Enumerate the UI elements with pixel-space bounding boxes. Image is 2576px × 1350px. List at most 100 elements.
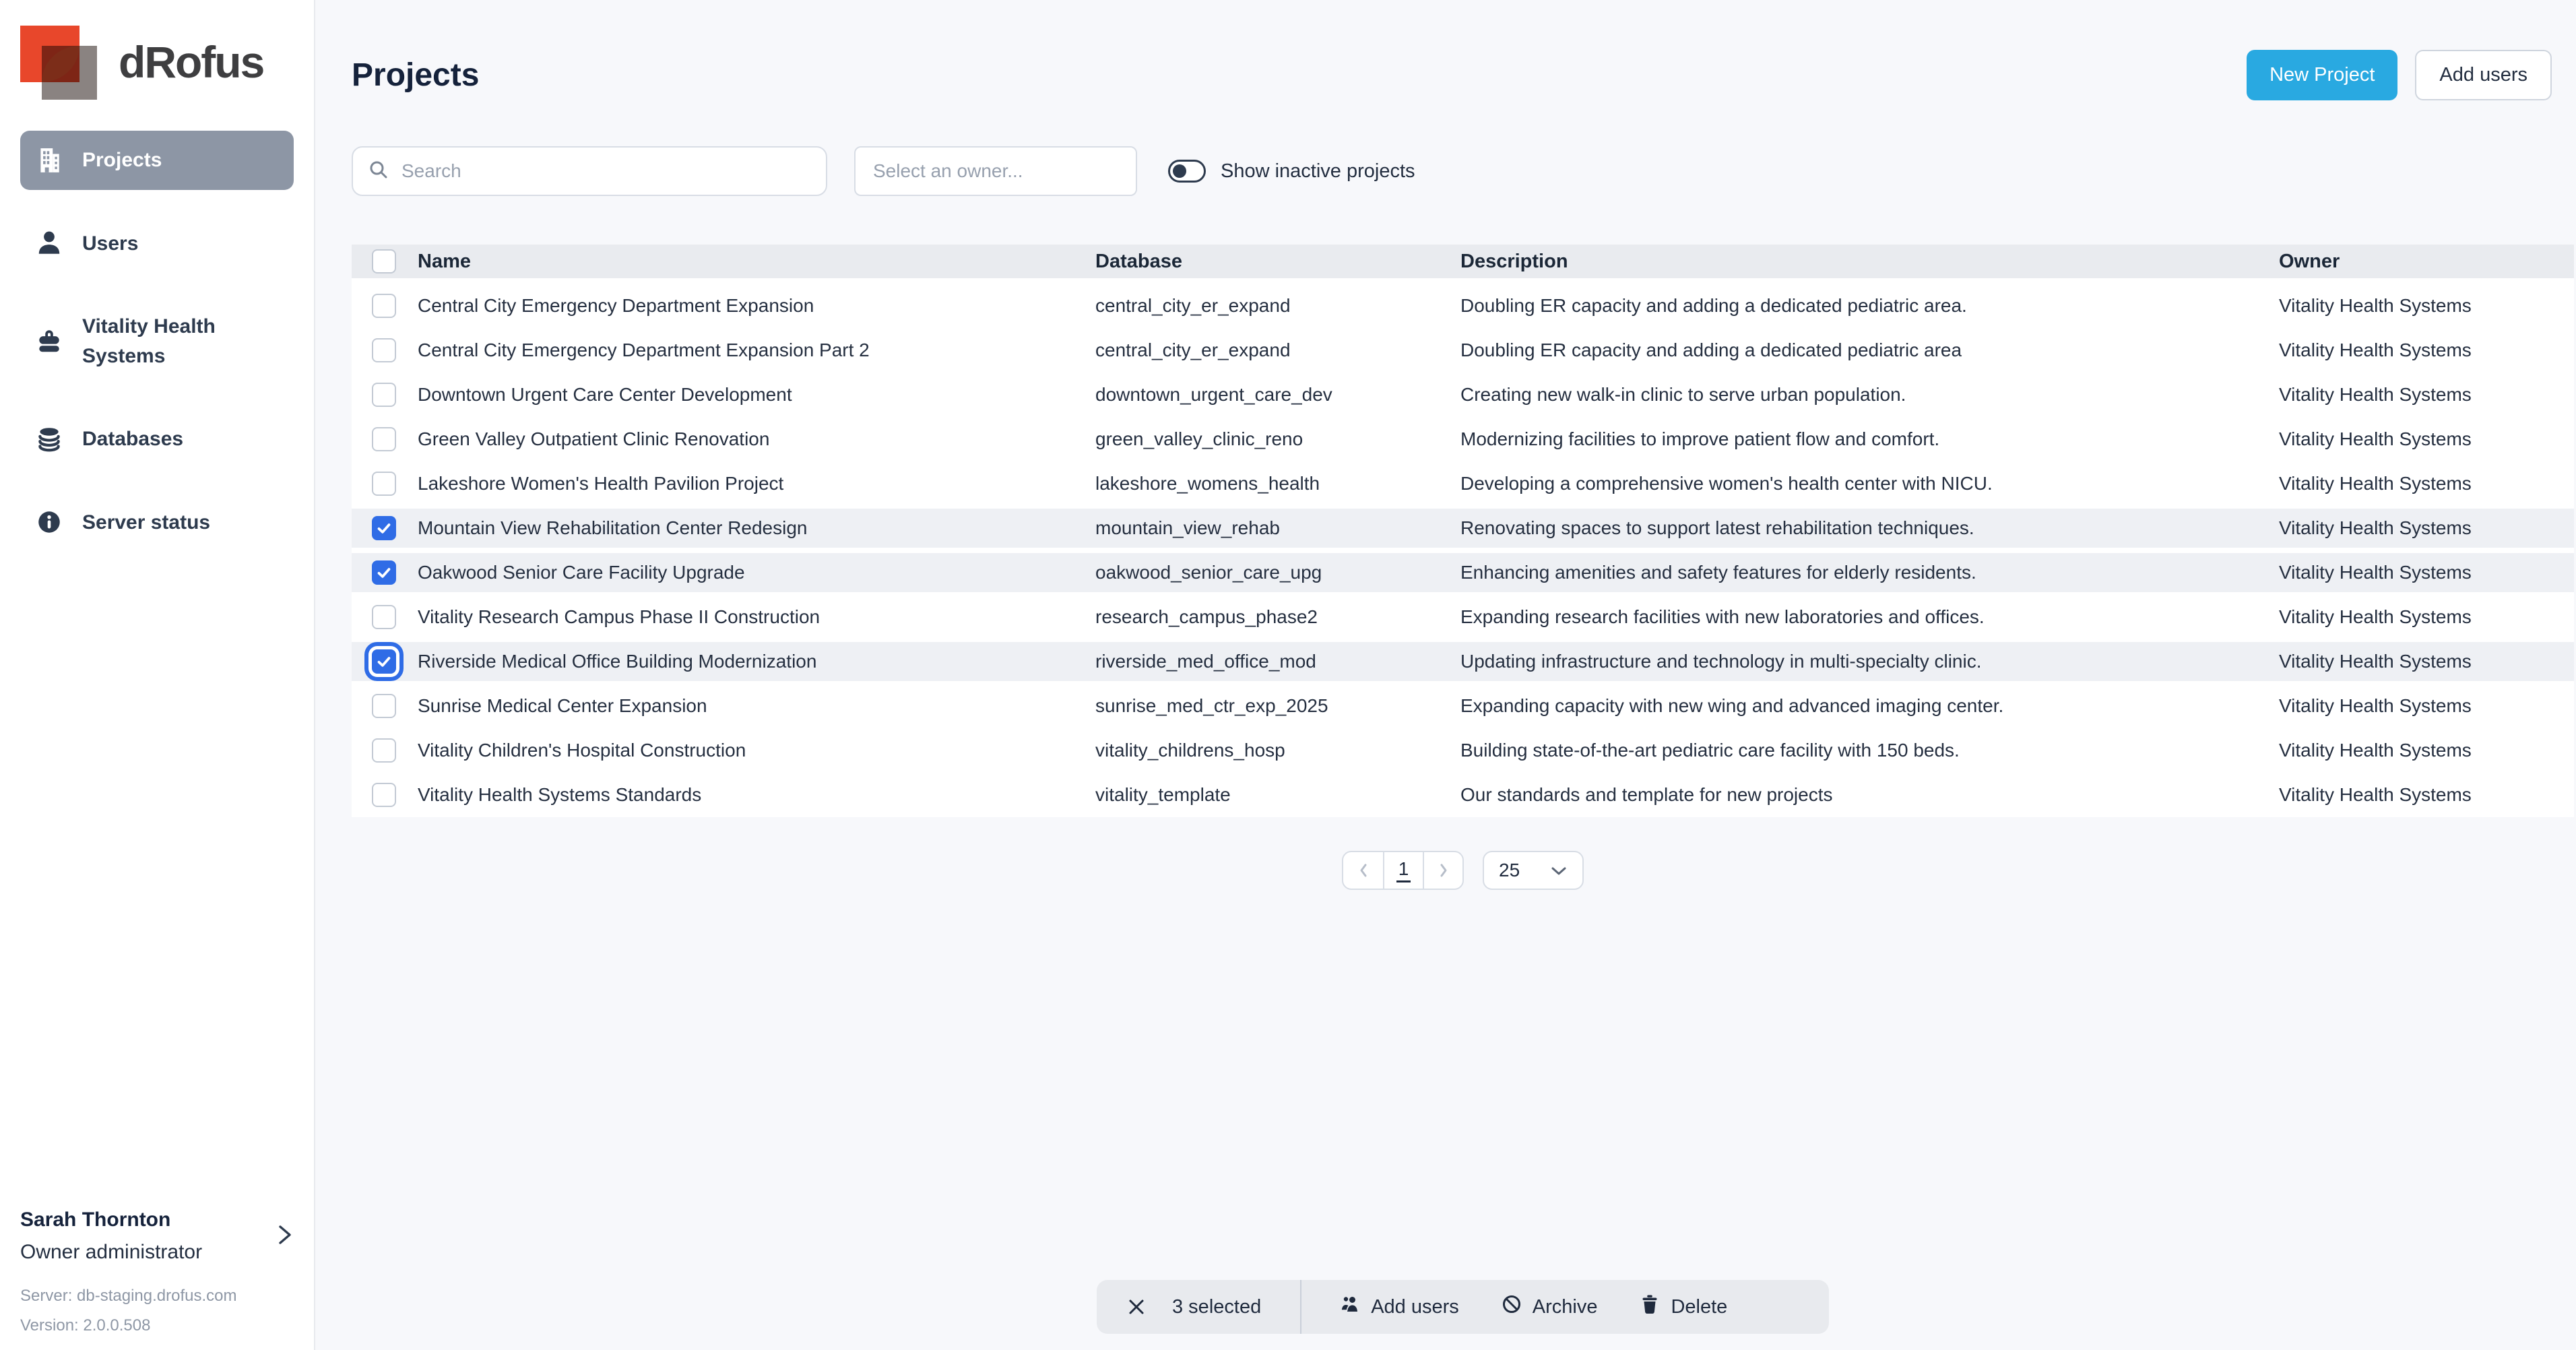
chevron-down-icon bbox=[1550, 860, 1568, 881]
show-inactive-toggle-group[interactable]: Show inactive projects bbox=[1168, 160, 1415, 183]
sidebar-item-users[interactable]: Users bbox=[20, 214, 294, 274]
main-content: Projects New Project Add users Show inac… bbox=[315, 0, 2576, 1350]
table-row[interactable]: Central City Emergency Department Expans… bbox=[352, 328, 2574, 373]
table-row[interactable]: Downtown Urgent Care Center Development … bbox=[352, 373, 2574, 417]
row-checkbox[interactable] bbox=[372, 294, 396, 318]
project-name: Vitality Children's Hospital Constructio… bbox=[418, 740, 1095, 761]
row-checkbox[interactable] bbox=[372, 738, 396, 763]
project-owner: Vitality Health Systems bbox=[2279, 517, 2574, 539]
show-inactive-label: Show inactive projects bbox=[1221, 160, 1415, 183]
project-owner: Vitality Health Systems bbox=[2279, 473, 2574, 494]
project-database: oakwood_senior_care_upg bbox=[1095, 562, 1460, 583]
sidebar-item-label: Projects bbox=[82, 146, 162, 175]
table-row[interactable]: Central City Emergency Department Expans… bbox=[352, 284, 2574, 328]
project-name: Sunrise Medical Center Expansion bbox=[418, 695, 1095, 717]
user-menu[interactable]: Sarah Thornton Owner administrator bbox=[20, 1209, 294, 1264]
project-description: Expanding capacity with new wing and adv… bbox=[1460, 695, 2279, 717]
sidebar-item-databases[interactable]: Databases bbox=[20, 410, 294, 469]
table-row[interactable]: Lakeshore Women's Health Pavilion Projec… bbox=[352, 461, 2574, 506]
project-description: Expanding research facilities with new l… bbox=[1460, 606, 2279, 628]
current-page-button[interactable]: 1 bbox=[1383, 852, 1423, 889]
project-owner: Vitality Health Systems bbox=[2279, 740, 2574, 761]
table-row[interactable]: Sunrise Medical Center Expansion sunrise… bbox=[352, 684, 2574, 728]
row-checkbox[interactable] bbox=[372, 560, 396, 585]
project-database: research_campus_phase2 bbox=[1095, 606, 1460, 628]
column-header-database: Database bbox=[1095, 251, 1460, 273]
table-body: Central City Emergency Department Expans… bbox=[352, 284, 2574, 817]
row-checkbox[interactable] bbox=[372, 649, 396, 674]
project-database: central_city_er_expand bbox=[1095, 340, 1460, 361]
page-size-select[interactable]: 25 bbox=[1483, 851, 1584, 890]
search-box bbox=[352, 146, 827, 196]
project-owner: Vitality Health Systems bbox=[2279, 695, 2574, 717]
user-role: Owner administrator bbox=[20, 1241, 276, 1264]
drofus-logo: dRofus bbox=[20, 23, 294, 101]
column-header-owner: Owner bbox=[2279, 251, 2574, 273]
project-database: mountain_view_rehab bbox=[1095, 517, 1460, 539]
table-row[interactable]: Riverside Medical Office Building Modern… bbox=[352, 639, 2574, 684]
building-icon bbox=[35, 146, 63, 174]
table-row[interactable]: Vitality Health Systems Standards vitali… bbox=[352, 773, 2574, 817]
bulk-add-users-label: Add users bbox=[1371, 1296, 1459, 1318]
row-checkbox[interactable] bbox=[372, 383, 396, 407]
table-row[interactable]: Green Valley Outpatient Clinic Renovatio… bbox=[352, 417, 2574, 461]
delete-label: Delete bbox=[1671, 1296, 1727, 1318]
new-project-button[interactable]: New Project bbox=[2247, 50, 2397, 100]
select-all-checkbox[interactable] bbox=[372, 249, 396, 274]
archive-label: Archive bbox=[1533, 1296, 1598, 1318]
row-checkbox[interactable] bbox=[372, 472, 396, 496]
row-checkbox[interactable] bbox=[372, 694, 396, 718]
previous-page-button[interactable] bbox=[1343, 852, 1383, 889]
sidebar-item-projects[interactable]: Projects bbox=[20, 131, 294, 190]
selection-action-bar: 3 selected Add users Archive Delete bbox=[1097, 1280, 1829, 1334]
project-description: Developing a comprehensive women's healt… bbox=[1460, 473, 2279, 494]
table-row[interactable]: Vitality Children's Hospital Constructio… bbox=[352, 728, 2574, 773]
selected-count: 3 selected bbox=[1172, 1296, 1261, 1318]
sidebar-item-label: Databases bbox=[82, 424, 183, 454]
owner-select-input[interactable] bbox=[872, 160, 1120, 183]
bulk-add-users-button[interactable]: Add users bbox=[1339, 1293, 1459, 1320]
projects-table: Name Database Description Owner Central … bbox=[352, 245, 2574, 817]
project-database: vitality_template bbox=[1095, 784, 1460, 806]
delete-button[interactable]: Delete bbox=[1639, 1293, 1727, 1320]
search-icon bbox=[368, 159, 389, 184]
close-icon[interactable] bbox=[1126, 1297, 1147, 1317]
next-page-button[interactable] bbox=[1423, 852, 1462, 889]
row-checkbox[interactable] bbox=[372, 338, 396, 362]
project-description: Creating new walk-in clinic to serve urb… bbox=[1460, 384, 2279, 406]
project-owner: Vitality Health Systems bbox=[2279, 562, 2574, 583]
sidebar-item-server-status[interactable]: Server status bbox=[20, 493, 294, 552]
row-checkbox[interactable] bbox=[372, 605, 396, 629]
project-database: vitality_childrens_hosp bbox=[1095, 740, 1460, 761]
project-description: Doubling ER capacity and adding a dedica… bbox=[1460, 340, 2279, 361]
project-name: Central City Emergency Department Expans… bbox=[418, 340, 1095, 361]
project-description: Doubling ER capacity and adding a dedica… bbox=[1460, 295, 2279, 317]
project-description: Updating infrastructure and technology i… bbox=[1460, 651, 2279, 672]
project-owner: Vitality Health Systems bbox=[2279, 428, 2574, 450]
table-row[interactable]: Oakwood Senior Care Facility Upgrade oak… bbox=[352, 550, 2574, 595]
sidebar-item-organization[interactable]: Vitality Health Systems bbox=[20, 297, 294, 385]
column-header-name: Name bbox=[418, 251, 1095, 273]
project-database: sunrise_med_ctr_exp_2025 bbox=[1095, 695, 1460, 717]
search-input[interactable] bbox=[400, 160, 811, 183]
archive-button[interactable]: Archive bbox=[1501, 1293, 1598, 1320]
row-checkbox[interactable] bbox=[372, 516, 396, 540]
row-checkbox[interactable] bbox=[372, 783, 396, 807]
project-database: lakeshore_womens_health bbox=[1095, 473, 1460, 494]
project-name: Vitality Health Systems Standards bbox=[418, 784, 1095, 806]
project-owner: Vitality Health Systems bbox=[2279, 295, 2574, 317]
archive-icon bbox=[1501, 1293, 1522, 1320]
sidebar-item-label: Users bbox=[82, 229, 138, 259]
project-owner: Vitality Health Systems bbox=[2279, 384, 2574, 406]
chevron-right-icon bbox=[276, 1221, 294, 1252]
table-row[interactable]: Vitality Research Campus Phase II Constr… bbox=[352, 595, 2574, 639]
project-database: central_city_er_expand bbox=[1095, 295, 1460, 317]
add-users-button[interactable]: Add users bbox=[2415, 50, 2552, 100]
project-database: green_valley_clinic_reno bbox=[1095, 428, 1460, 450]
row-checkbox[interactable] bbox=[372, 427, 396, 451]
table-row[interactable]: Mountain View Rehabilitation Center Rede… bbox=[352, 506, 2574, 550]
project-owner: Vitality Health Systems bbox=[2279, 340, 2574, 361]
project-name: Mountain View Rehabilitation Center Rede… bbox=[418, 517, 1095, 539]
toggle-off-icon[interactable] bbox=[1168, 160, 1206, 183]
column-header-description: Description bbox=[1460, 251, 2279, 273]
